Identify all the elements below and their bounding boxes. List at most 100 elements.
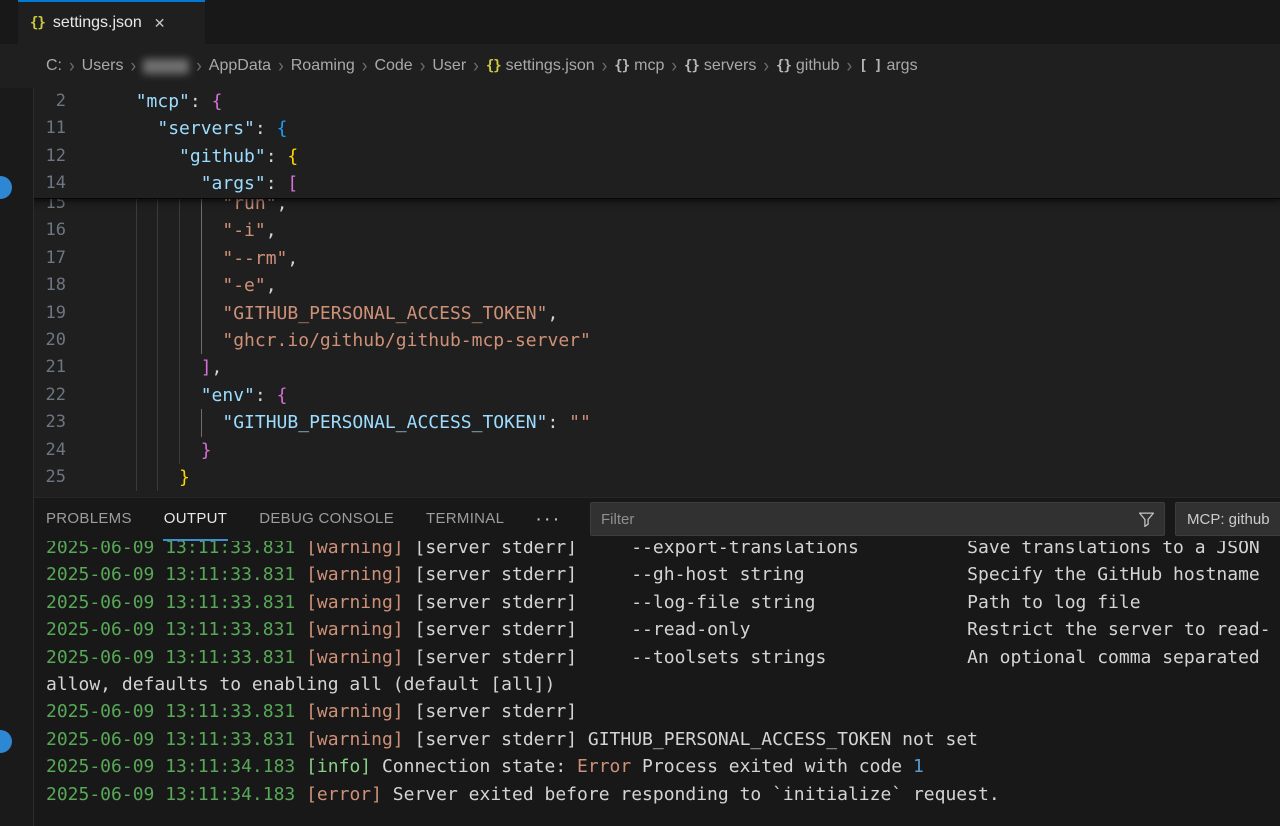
code-text: "args": [ — [114, 170, 298, 197]
code-line-20[interactable]: 20 "ghcr.io/github/github-mcp-server" — [0, 327, 1280, 354]
bottom-panel: PROBLEMS OUTPUT DEBUG CONSOLE TERMINAL ··· M… — [0, 497, 1280, 826]
code-text: "env": { — [114, 382, 287, 409]
code-text: "-i", — [114, 217, 277, 244]
code-line-25[interactable]: 25 } — [0, 464, 1280, 491]
breadcrumb-separator: › — [130, 55, 136, 78]
breadcrumb-separator: › — [196, 55, 202, 78]
code-text: } — [114, 464, 190, 491]
code-line-24[interactable]: 24 } — [0, 437, 1280, 464]
breadcrumb-separator: › — [420, 55, 426, 78]
breadcrumb-separator: › — [362, 55, 368, 78]
brackets-grey-icon: [ ] — [859, 58, 881, 74]
code-line-21[interactable]: 21 ], — [0, 354, 1280, 381]
breadcrumb-separator: › — [671, 55, 677, 78]
sticky-scroll: 2 "mcp": {11 "servers": {12 "github": {1… — [0, 88, 1280, 199]
code-text: "-e", — [114, 272, 277, 299]
breadcrumb-label: servers — [704, 57, 756, 75]
code-text: "mcp": { — [114, 88, 222, 115]
more-actions-icon[interactable]: ··· — [535, 498, 561, 541]
braces-grey-icon: {} — [776, 58, 791, 74]
breadcrumb-label: C: — [46, 57, 62, 75]
breadcrumb-separator: › — [69, 55, 75, 78]
code-line-16[interactable]: 16 "-i", — [0, 217, 1280, 244]
breadcrumb-label: Code — [374, 57, 412, 75]
breadcrumb-separator: › — [602, 55, 608, 78]
breadcrumb-separator: › — [278, 55, 284, 78]
breadcrumb-label: AppData — [209, 57, 271, 75]
log-line: 2025-06-09 13:11:33.831 [warning] [serve… — [0, 644, 1280, 671]
code-line-23[interactable]: 23 "GITHUB_PERSONAL_ACCESS_TOKEN": "" — [0, 409, 1280, 436]
output-channel-dropdown[interactable]: MCP: github — [1175, 502, 1280, 536]
filter-input[interactable] — [591, 511, 1138, 528]
redacted-username — [143, 59, 189, 74]
code-line-19[interactable]: 19 "GITHUB_PERSONAL_ACCESS_TOKEN", — [0, 300, 1280, 327]
panel-tab-output[interactable]: OUTPUT — [163, 498, 228, 541]
breadcrumb-item-users[interactable]: Users — [82, 57, 124, 75]
tab-title: settings.json — [53, 14, 142, 32]
log-line: 2025-06-09 13:11:34.183 [error] Server e… — [0, 781, 1280, 808]
breadcrumb-item-roaming[interactable]: Roaming — [291, 57, 355, 75]
panel-tab-problems[interactable]: PROBLEMS — [45, 498, 133, 541]
breadcrumb-separator: › — [846, 55, 852, 78]
output-log: 2025-06-09 13:11:33.831 [warning] [serve… — [0, 541, 1280, 826]
editor: 15 "run",16 "-i",17 "--rm",18 "-e",19 "G… — [0, 88, 1280, 497]
log-line: 2025-06-09 13:11:33.831 [warning] [serve… — [0, 589, 1280, 616]
breadcrumb-item-args[interactable]: [ ] args — [859, 57, 917, 75]
panel-tabs: PROBLEMS OUTPUT DEBUG CONSOLE TERMINAL ··· — [45, 498, 561, 541]
log-line: 2025-06-09 13:11:33.831 [warning] [serve… — [0, 698, 1280, 725]
panel-header: PROBLEMS OUTPUT DEBUG CONSOLE TERMINAL ··· M… — [0, 498, 1280, 541]
breadcrumb-label: github — [796, 57, 840, 75]
log-line: 2025-06-09 13:11:33.831 [warning] [serve… — [0, 561, 1280, 588]
breadcrumb-item-code[interactable]: Code — [374, 57, 412, 75]
tab-settings-json[interactable]: {} settings.json ✕ — [18, 0, 205, 44]
log-line: 2025-06-09 13:11:33.831 [warning] [serve… — [0, 616, 1280, 643]
code-line-11[interactable]: 11 "servers": { — [0, 115, 1280, 142]
braces-grey-icon: {} — [614, 58, 629, 74]
code-text: "servers": { — [114, 115, 287, 142]
braces-grey-icon: {} — [684, 58, 699, 74]
breadcrumb-item-user[interactable]: User — [432, 57, 466, 75]
code-text: "GITHUB_PERSONAL_ACCESS_TOKEN", — [114, 300, 558, 327]
breadcrumb-separator: › — [763, 55, 769, 78]
output-filter-box — [590, 502, 1165, 536]
breadcrumb-label: args — [886, 57, 917, 75]
log-line: 2025-06-09 13:11:33.831 [warning] [serve… — [0, 541, 1280, 561]
code-text: } — [114, 437, 212, 464]
log-line: allow, defaults to enabling all (default… — [0, 671, 1280, 698]
code-line-14[interactable]: 14 "args": [ — [0, 170, 1280, 197]
breadcrumb-label: Roaming — [291, 57, 355, 75]
editor-tab-bar: {} settings.json ✕ — [0, 0, 1280, 44]
code-line-18[interactable]: 18 "-e", — [0, 272, 1280, 299]
breadcrumb-item-appdata[interactable]: AppData — [209, 57, 271, 75]
close-tab-icon[interactable]: ✕ — [154, 15, 166, 32]
code-line-12[interactable]: 12 "github": { — [0, 143, 1280, 170]
breadcrumb-item-mcp[interactable]: {} mcp — [614, 57, 664, 75]
panel-tab-terminal[interactable]: TERMINAL — [425, 498, 505, 541]
left-edge-strip — [0, 88, 34, 826]
code-text: "github": { — [114, 143, 298, 170]
breadcrumb-item-github[interactable]: {} github — [776, 57, 839, 75]
code-text: "GITHUB_PERSONAL_ACCESS_TOKEN": "" — [114, 409, 591, 436]
breadcrumb: C: › Users › › AppData › Roaming › Code › User › {} se… — [0, 44, 1280, 88]
breadcrumb-item-redacted-user[interactable] — [143, 59, 189, 74]
editor-code-lines: 15 "run",16 "-i",17 "--rm",18 "-e",19 "G… — [0, 190, 1280, 491]
code-text: ], — [114, 354, 222, 381]
code-line-17[interactable]: 17 "--rm", — [0, 245, 1280, 272]
breadcrumb-item-servers[interactable]: {} servers — [684, 57, 756, 75]
panel-tab-debug-console[interactable]: DEBUG CONSOLE — [258, 498, 395, 541]
json-braces-icon: {} — [30, 15, 45, 31]
vscode-window: {} settings.json ✕ C: › Users › › AppData › Roa… — [0, 0, 1280, 826]
breadcrumb-item-c-[interactable]: C: — [46, 57, 62, 75]
breadcrumb-label: Users — [82, 57, 124, 75]
code-line-22[interactable]: 22 "env": { — [0, 382, 1280, 409]
braces-yellow-icon: {} — [486, 58, 501, 74]
breadcrumb-item-settings-json[interactable]: {} settings.json — [486, 57, 595, 75]
filter-funnel-icon — [1138, 511, 1155, 528]
log-line: 2025-06-09 13:11:33.831 [warning] [serve… — [0, 726, 1280, 753]
code-line-2[interactable]: 2 "mcp": { — [0, 88, 1280, 115]
code-text: "--rm", — [114, 245, 298, 272]
breadcrumb-label: mcp — [634, 57, 664, 75]
breadcrumb-label: User — [432, 57, 466, 75]
code-text: "ghcr.io/github/github-mcp-server" — [114, 327, 591, 354]
breadcrumb-label: settings.json — [506, 57, 595, 75]
